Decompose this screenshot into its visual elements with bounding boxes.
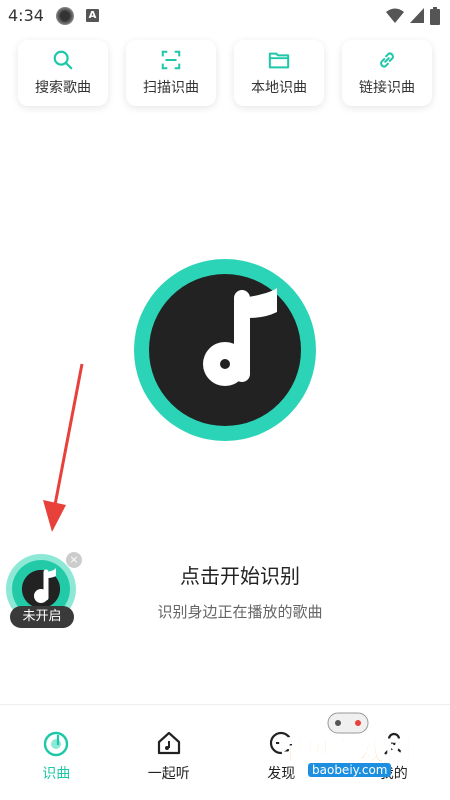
nav-label-recognize: 识曲	[42, 766, 71, 782]
status-time: 4:34	[8, 6, 44, 25]
floating-close-button[interactable]: ×	[66, 552, 82, 568]
nav-label-listen-together: 一起听	[147, 766, 190, 782]
nav-item-recognize[interactable]: 识曲	[0, 705, 113, 800]
app-screen: 4:34 A 搜索歌曲 扫描识曲 本地识曲 链接识曲 点击开始识别 识别身边正在…	[0, 0, 450, 800]
local-recognize-label: 本地识曲	[251, 80, 307, 96]
search-song-button[interactable]: 搜索歌曲	[18, 40, 108, 106]
scan-recognize-button[interactable]: 扫描识曲	[126, 40, 216, 106]
nav-item-listen-together[interactable]: 一起听	[113, 705, 226, 800]
function-row: 搜索歌曲 扫描识曲 本地识曲 链接识曲	[18, 40, 432, 106]
signal-icon	[410, 8, 424, 23]
scan-icon	[161, 50, 181, 70]
recognize-disc-button[interactable]	[134, 259, 316, 441]
music-note-icon	[203, 288, 277, 386]
battery-icon	[430, 7, 440, 25]
link-recognize-button[interactable]: 链接识曲	[342, 40, 432, 106]
disc-center	[149, 274, 301, 426]
floating-status-badge: 未开启	[10, 606, 74, 628]
search-song-label: 搜索歌曲	[35, 80, 91, 96]
folder-icon	[268, 52, 290, 69]
notification-dot-icon	[56, 7, 74, 25]
status-bar: 4:34 A	[0, 0, 450, 32]
app-a-icon: A	[86, 9, 99, 22]
wifi-icon	[386, 8, 404, 23]
status-icons	[386, 7, 440, 25]
link-icon	[380, 52, 394, 68]
site-watermark: 宝贝游戏网 baobeiy.com	[268, 705, 448, 785]
floating-recognize-widget[interactable]: × 未开启	[4, 552, 82, 630]
annotation-arrow-icon	[43, 363, 84, 532]
link-recognize-label: 链接识曲	[359, 80, 415, 96]
scan-recognize-label: 扫描识曲	[143, 80, 199, 96]
recognize-icon	[44, 731, 69, 757]
local-recognize-button[interactable]: 本地识曲	[234, 40, 324, 106]
house-icon	[157, 731, 180, 755]
search-icon	[53, 50, 73, 70]
watermark-url: baobeiy.com	[308, 763, 392, 777]
